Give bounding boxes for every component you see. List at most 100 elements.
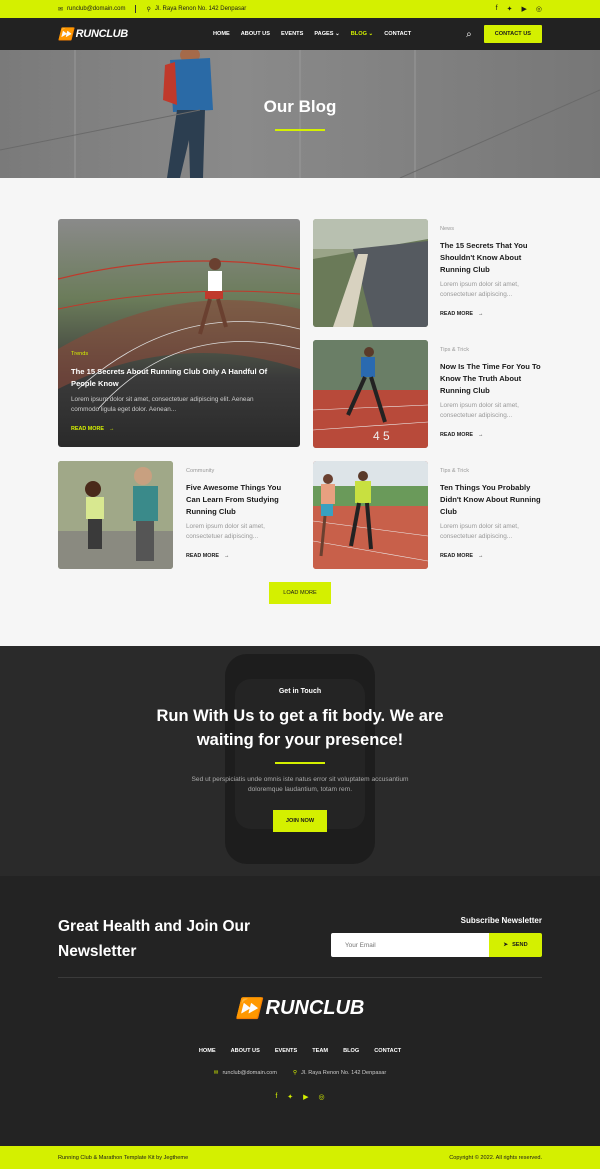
smartwatch-image (225, 654, 375, 864)
chevron-down-icon: ⌄ (335, 31, 340, 37)
post-thumbnail[interactable] (313, 219, 428, 327)
post-tag[interactable]: Tips & Trick (440, 347, 550, 353)
read-more-link[interactable]: READ MORE → (71, 426, 271, 432)
chevron-down-icon: ⌄ (368, 31, 374, 37)
topbar-email[interactable]: ✉ runclub@domain.com (58, 6, 125, 13)
footer-nav-blog[interactable]: BLOG (343, 1048, 359, 1054)
location-pin-icon: ⚲ (146, 6, 151, 13)
footer: Great Health and Join Our Newsletter Sub… (0, 876, 600, 1146)
youtube-icon[interactable]: ▶ (522, 5, 527, 13)
post-tag[interactable]: Community (186, 468, 296, 474)
section-text: Sed ut perspiciatis unde omnis iste natu… (191, 776, 409, 793)
page-hero: Our Blog (0, 50, 600, 178)
runners-track-image (313, 461, 428, 569)
email-input[interactable] (331, 933, 489, 957)
arrow-right-icon: → (108, 426, 115, 432)
post-info: Community Five Awesome Things You Can Le… (186, 468, 296, 559)
facebook-icon[interactable]: f (496, 5, 498, 13)
couple-stretching-image (58, 461, 173, 569)
newsletter-headline: Great Health and Join Our Newsletter (58, 918, 251, 960)
svg-text:4 5: 4 5 (373, 429, 390, 443)
nav-item-about[interactable]: ABOUT US (241, 31, 270, 37)
crowd-image (313, 219, 428, 327)
post-thumbnail[interactable]: 4 5 (313, 340, 428, 448)
read-more-link[interactable]: READ MORE → (186, 553, 296, 559)
search-icon[interactable]: ⌕ (466, 29, 472, 40)
footer-address: ⚲ Jl. Raya Renon No. 142 Denpasar (292, 1070, 387, 1076)
divider (58, 977, 542, 978)
post-title[interactable]: Ten Things You Probably Didn't Know Abou… (440, 482, 550, 518)
post-excerpt: Lorem ipsum dolor sit amet, consectetuer… (440, 281, 519, 298)
subscribe-title: Subscribe Newsletter (460, 916, 542, 925)
footer-nav-events[interactable]: EVENTS (275, 1048, 297, 1054)
post-tag[interactable]: Tips & Trick (440, 468, 550, 474)
instagram-icon[interactable]: ◎ (536, 5, 542, 13)
post-tag[interactable]: Trends (71, 351, 271, 357)
footer-email[interactable]: ✉ runclub@domain.com (214, 1070, 277, 1076)
arrow-right-icon: → (477, 553, 484, 559)
instagram-icon[interactable]: ◎ (319, 1093, 325, 1101)
post-title[interactable]: Now Is The Time For You To Know The Trut… (440, 361, 550, 397)
credits-text: Running Club & Marathon Template Kit by … (58, 1154, 189, 1161)
footer-nav-home[interactable]: HOME (199, 1048, 216, 1054)
post-excerpt: Lorem ipsum dolor sit amet, consectetuer… (440, 523, 519, 540)
twitter-icon[interactable]: ✦ (507, 5, 513, 13)
runclub-logo-icon: ⏩ (235, 998, 261, 1020)
post-info: Tips & Trick Ten Things You Probably Did… (440, 468, 550, 559)
section-kicker: Get in Touch (278, 688, 322, 695)
post-excerpt: Lorem ipsum dolor sit amet, consectetuer… (186, 523, 265, 540)
bottom-bar: Running Club & Marathon Template Kit by … (0, 1146, 600, 1169)
footer-nav-contact[interactable]: CONTACT (374, 1048, 401, 1054)
topbar-address: ⚲ Jl. Raya Renon No. 142 Denpasar (146, 6, 247, 13)
nav-item-events[interactable]: EVENTS (281, 31, 303, 37)
arrow-right-icon: → (477, 432, 484, 438)
join-now-button[interactable]: JOIN NOW (273, 810, 327, 832)
footer-nav-about[interactable]: ABOUT US (231, 1048, 260, 1054)
mail-icon: ✉ (58, 6, 64, 13)
footer-contact: ✉ runclub@domain.com ⚲ Jl. Raya Renon No. … (0, 1070, 600, 1076)
nav-item-contact[interactable]: CONTACT (384, 31, 411, 37)
read-more-link[interactable]: READ MORE → (440, 432, 550, 438)
post-excerpt: Lorem ipsum dolor sit amet, consectetuer… (71, 396, 254, 413)
nav-item-blog[interactable]: BLOG ⌄ (351, 31, 373, 37)
post-title[interactable]: Five Awesome Things You Can Learn From S… (186, 482, 296, 518)
send-button[interactable]: ➤ SEND (489, 933, 542, 957)
nav-item-home[interactable]: HOME (213, 31, 230, 37)
youtube-icon[interactable]: ▶ (303, 1093, 308, 1101)
load-more-button[interactable]: LOAD MORE (269, 582, 331, 604)
main-navbar: ⏩ RUNCLUB HOME ABOUT US EVENTS PAGES ⌄ B… (0, 18, 600, 50)
footer-nav-team[interactable]: TEAM (312, 1048, 328, 1054)
location-pin-icon: ⚲ (292, 1070, 298, 1076)
divider (135, 5, 137, 13)
post-title[interactable]: The 15 Secrets About Running Club Only A… (71, 366, 271, 390)
featured-post-card[interactable]: Trends The 15 Secrets About Running Club… (58, 219, 300, 447)
post-thumbnail[interactable] (58, 461, 173, 569)
track-runner-image: 4 5 (313, 340, 428, 448)
post-title[interactable]: The 15 Secrets That You Shouldn't Know A… (440, 240, 550, 276)
section-title: Run With Us to get a fit body. We are wa… (156, 707, 444, 749)
contact-us-button[interactable]: CONTACT US (483, 25, 542, 43)
runclub-logo-icon: ⏩ (58, 27, 73, 41)
page-title: Our Blog (263, 97, 337, 116)
post-excerpt: Lorem ipsum dolor sit amet, consectetuer… (440, 402, 519, 419)
send-icon: ➤ (503, 942, 509, 948)
site-logo[interactable]: ⏩ RUNCLUB (58, 27, 128, 41)
mail-icon: ✉ (213, 1070, 219, 1076)
post-tag[interactable]: News (440, 226, 550, 232)
nav-item-pages[interactable]: PAGES ⌄ (314, 31, 339, 37)
post-info: Tips & Trick Now Is The Time For You To … (440, 347, 550, 438)
twitter-icon[interactable]: ✦ (287, 1093, 293, 1101)
footer-social: f ✦ ▶ ◎ (0, 1093, 600, 1101)
footer-logo[interactable]: ⏩ RUNCLUB (0, 996, 600, 1021)
post-info: News The 15 Secrets That You Shouldn't K… (440, 226, 550, 317)
nav-menu: HOME ABOUT US EVENTS PAGES ⌄ BLOG ⌄ CONT… (183, 31, 411, 37)
arrow-right-icon: → (223, 553, 230, 559)
read-more-link[interactable]: READ MORE → (440, 311, 550, 317)
read-more-link[interactable]: READ MORE → (440, 553, 550, 559)
get-in-touch-section: Get in Touch Run With Us to get a fit bo… (0, 646, 600, 876)
copyright-text: Copyright © 2022. All rights reserved. (449, 1154, 542, 1161)
title-underline (275, 129, 325, 131)
facebook-icon[interactable]: f (275, 1093, 277, 1101)
footer-menu: HOME ABOUT US EVENTS TEAM BLOG CONTACT (0, 1048, 600, 1054)
post-thumbnail[interactable] (313, 461, 428, 569)
